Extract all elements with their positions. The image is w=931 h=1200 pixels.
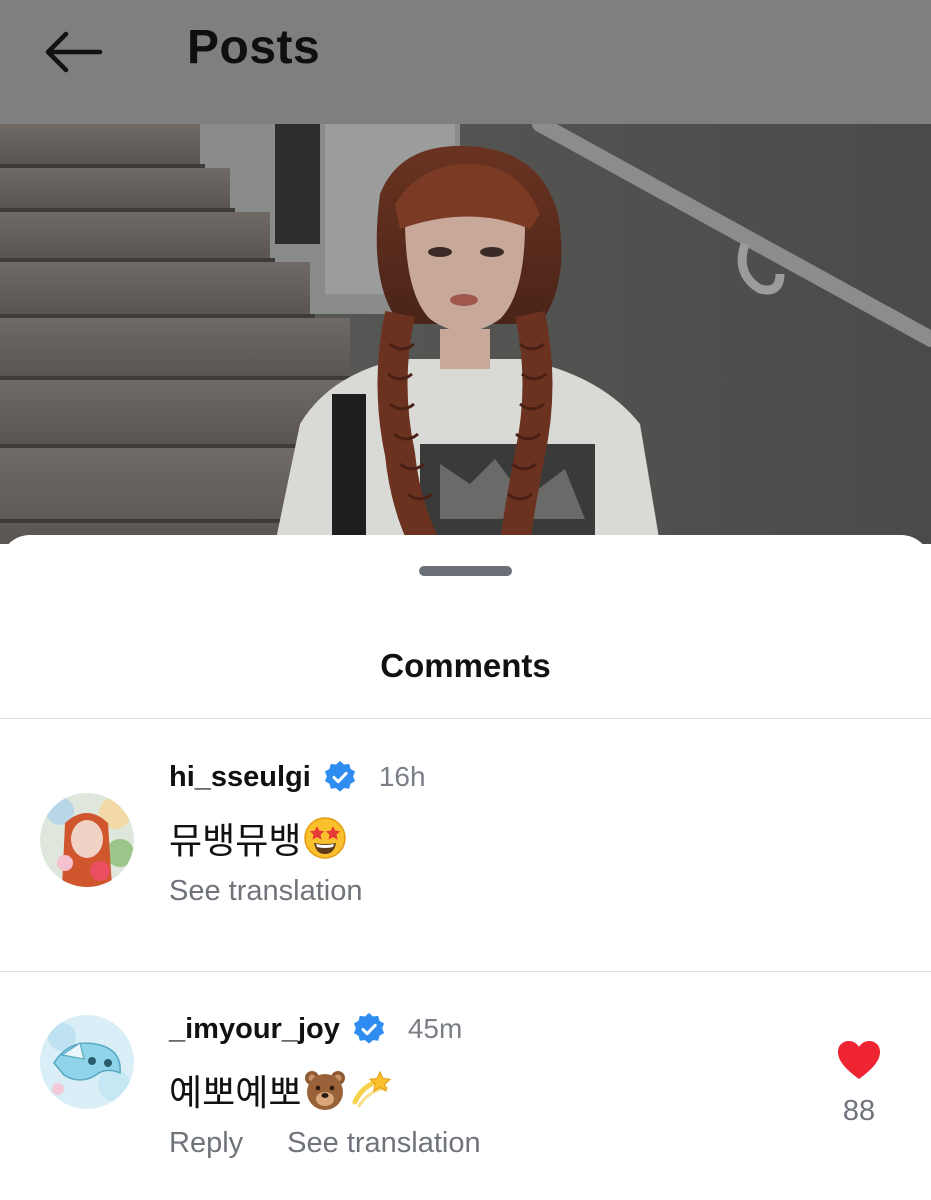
see-translation-button[interactable]: See translation (169, 875, 362, 908)
post-photo[interactable] (0, 124, 931, 544)
comment-time: 45m (407, 1013, 463, 1044)
top-app-bar: Posts (0, 0, 931, 124)
comment-text-row: 예뽀예뽀 (169, 1065, 393, 1115)
dizzy-star-emoji-icon (349, 1068, 393, 1112)
avatar-image (40, 1015, 134, 1109)
bear-face-emoji-icon (303, 1068, 347, 1112)
heart-icon[interactable] (836, 1039, 882, 1081)
comments-sheet: Comments hi_sseulgi 16h 뮤뱅뮤뱅 See transla… (0, 535, 931, 1200)
divider (0, 718, 931, 719)
star-struck-emoji-icon (303, 816, 347, 860)
back-button[interactable] (38, 22, 108, 82)
comment-text: 예뽀예뽀 (169, 1072, 302, 1113)
like-control: 88 (834, 1039, 884, 1128)
verified-badge-icon (323, 760, 357, 794)
verified-badge-icon (352, 1012, 386, 1046)
comment-header: _imyour_joy 45m (169, 1009, 462, 1049)
page-title: Posts (187, 21, 321, 74)
comment-actions: Reply See translation (169, 1127, 481, 1160)
comment-actions: See translation (169, 875, 362, 908)
see-translation-button[interactable]: See translation (287, 1127, 480, 1160)
comments-title: Comments (380, 647, 551, 684)
comment-username[interactable]: _imyour_joy (169, 1013, 340, 1046)
comment-text-row: 뮤뱅뮤뱅 (169, 813, 347, 863)
avatar-image (40, 793, 134, 887)
divider (0, 971, 931, 972)
comment-time: 16h (378, 761, 426, 792)
like-count: 88 (842, 1095, 876, 1127)
comment-username[interactable]: hi_sseulgi (169, 761, 311, 794)
drag-handle[interactable] (419, 566, 512, 576)
arrow-left-icon (45, 31, 103, 73)
avatar[interactable] (40, 1015, 134, 1109)
post-image (0, 124, 931, 544)
comment-header: hi_sseulgi 16h (169, 757, 426, 797)
reply-button[interactable]: Reply (169, 1127, 243, 1160)
avatar[interactable] (40, 793, 134, 887)
comment-text: 뮤뱅뮤뱅 (169, 820, 302, 861)
